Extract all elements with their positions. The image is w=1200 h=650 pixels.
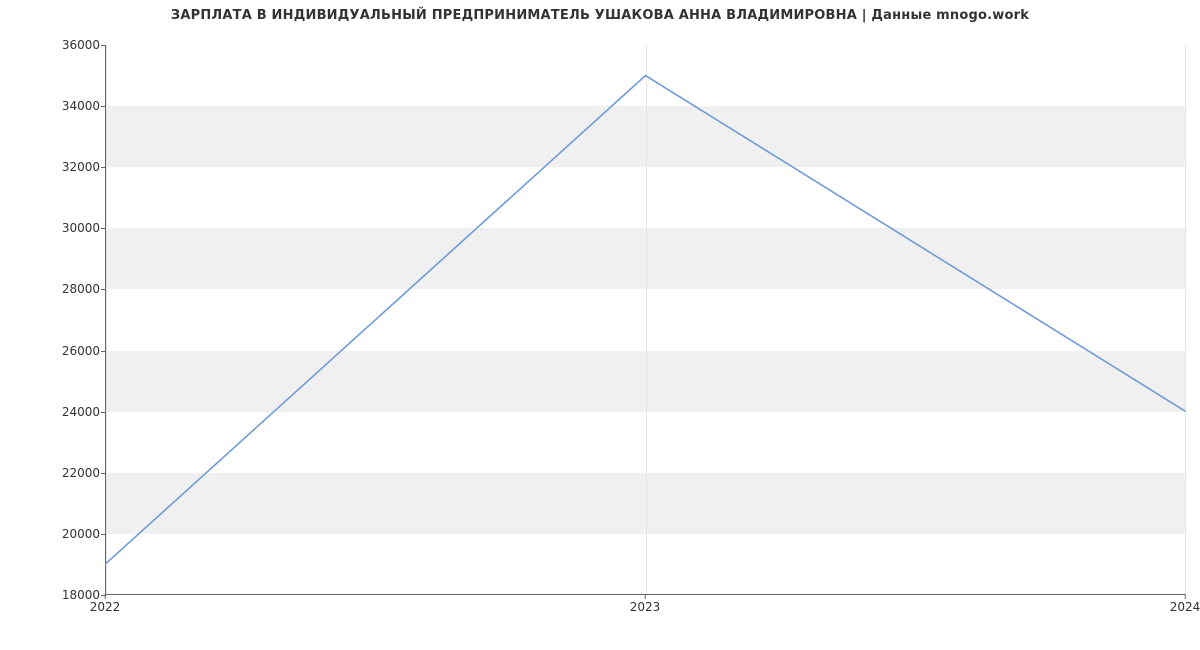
y-tick-label: 22000: [5, 466, 100, 480]
x-tick-label: 2023: [630, 600, 661, 614]
y-tick-label: 36000: [5, 38, 100, 52]
y-tick-label: 34000: [5, 99, 100, 113]
x-tick-label: 2024: [1170, 600, 1200, 614]
x-tick-label: 2022: [90, 600, 121, 614]
y-tick-label: 18000: [5, 588, 100, 602]
chart-title: ЗАРПЛАТА В ИНДИВИДУАЛЬНЫЙ ПРЕДПРИНИМАТЕЛ…: [0, 8, 1200, 23]
y-tick-label: 32000: [5, 160, 100, 174]
y-tick-label: 26000: [5, 344, 100, 358]
y-tick-label: 24000: [5, 405, 100, 419]
y-tick-label: 28000: [5, 282, 100, 296]
y-tick-label: 20000: [5, 527, 100, 541]
y-tick-label: 30000: [5, 221, 100, 235]
grid-vline: [1185, 45, 1186, 594]
data-line: [106, 45, 1185, 594]
salary-line-chart: ЗАРПЛАТА В ИНДИВИДУАЛЬНЫЙ ПРЕДПРИНИМАТЕЛ…: [0, 0, 1200, 650]
plot-area: [105, 45, 1185, 595]
